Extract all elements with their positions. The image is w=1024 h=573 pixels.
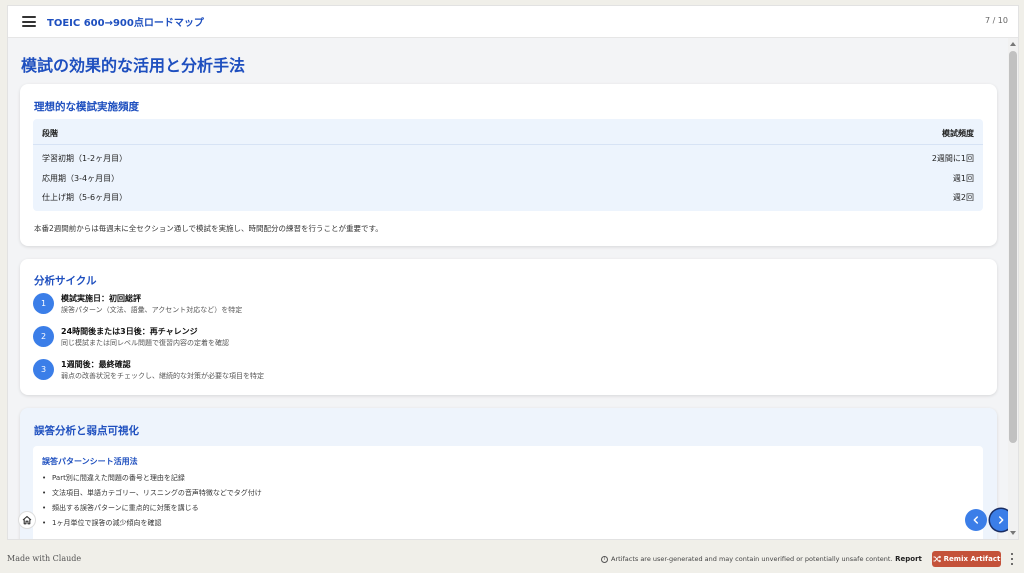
scrollbar-thumb[interactable] <box>1009 51 1017 443</box>
error-analysis-card: 誤答分析と弱点可視化 誤答パターンシート活用法 Part別に間違えた問題の番号と… <box>20 408 997 539</box>
info-icon: i <box>601 555 608 563</box>
home-icon <box>22 515 32 525</box>
made-with-label: Made with Claude <box>7 554 82 563</box>
step-description: 誤答パターン（文法、語彙、アクセント対応など）を特定 <box>61 306 243 314</box>
cycle-step: 2 24時間後または3日後：再チャレンジ 同じ模試または同レベル問題で復習内容の… <box>33 326 933 354</box>
disclaimer-text: Artifacts are user-generated and may con… <box>611 555 893 563</box>
step-description: 弱点の改善状況をチェックし、継続的な対策が必要な項目を特定 <box>61 372 264 380</box>
step-number-badge: 3 <box>33 359 54 380</box>
table-cell: 2週間に1回 <box>931 154 974 163</box>
chevron-right-icon <box>998 516 1004 524</box>
table-row: 学習初期（1-2ヶ月目） 2週間に1回 <box>33 148 983 167</box>
previous-slide-button[interactable] <box>965 509 987 531</box>
page-counter: 7 / 10 <box>984 16 1008 25</box>
table-header-row: 段階 模試頻度 <box>33 119 983 145</box>
artifact-frame: TOEIC 600→900点ロードマップ 7 / 10 模試の効果的な活用と分析… <box>7 5 1019 540</box>
step-title: 模試実施日：初回総評 <box>61 294 141 303</box>
remix-label: Remix Artifact <box>943 555 1001 563</box>
remix-artifact-button[interactable]: Remix Artifact <box>932 551 1001 567</box>
app-title: TOEIC 600→900点ロードマップ <box>47 18 204 29</box>
frequency-card-title: 理想的な模試実施頻度 <box>34 101 139 113</box>
list-item: 1ヶ月単位で誤答の減少傾向を確認 <box>42 518 161 528</box>
page-title: 模試の効果的な活用と分析手法 <box>21 56 246 75</box>
scroll-down-arrow-icon[interactable] <box>1010 531 1016 535</box>
table-cell: 応用期（3-4ヶ月目） <box>42 174 120 183</box>
analysis-cycle-title: 分析サイクル <box>34 275 97 287</box>
table-cell: 週1回 <box>952 174 974 183</box>
home-button[interactable] <box>18 511 36 529</box>
sheet-title: 誤答パターンシート活用法 <box>42 457 138 466</box>
column-header-stage: 段階 <box>42 129 58 138</box>
table-cell: 学習初期（1-2ヶ月目） <box>42 154 128 163</box>
list-item: Part別に間違えた問題の番号と理由を記録 <box>42 473 185 483</box>
frequency-card: 理想的な模試実施頻度 段階 模試頻度 学習初期（1-2ヶ月目） 2週間に1回 応… <box>20 84 997 246</box>
cycle-step: 1 模試実施日：初回総評 誤答パターン（文法、語彙、アクセント対応など）を特定 <box>33 293 933 321</box>
report-button[interactable]: Report <box>890 551 927 567</box>
list-item: 頻出する誤答パターンに重点的に対策を講じる <box>42 503 199 513</box>
disclaimer: i Artifacts are user-generated and may c… <box>601 555 892 563</box>
top-bar: TOEIC 600→900点ロードマップ 7 / 10 <box>8 6 1018 38</box>
step-number-badge: 1 <box>33 293 54 314</box>
table-cell: 仕上げ期（5-6ヶ月目） <box>42 193 128 202</box>
step-title: 24時間後または3日後：再チャレンジ <box>61 327 198 336</box>
analysis-cycle-card: 分析サイクル 1 模試実施日：初回総評 誤答パターン（文法、語彙、アクセント対応… <box>20 259 997 395</box>
scroll-up-arrow-icon[interactable] <box>1010 42 1016 46</box>
table-cell: 週2回 <box>952 193 974 202</box>
chevron-left-icon <box>973 516 979 524</box>
shuffle-icon <box>933 555 941 563</box>
table-row: 仕上げ期（5-6ヶ月目） 週2回 <box>33 187 983 206</box>
list-item: 文法項目、単語カテゴリー、リスニングの音声特徴などでタグ付け <box>42 488 262 498</box>
footer-bar: Made with Claude i Artifacts are user-ge… <box>0 545 1024 573</box>
step-number-badge: 2 <box>33 326 54 347</box>
cycle-step: 3 1週間後：最終確認 弱点の改善状況をチェックし、継続的な対策が必要な項目を特… <box>33 359 933 387</box>
hamburger-menu-icon[interactable] <box>22 16 36 27</box>
more-options-icon[interactable] <box>1008 553 1016 565</box>
column-header-frequency: 模試頻度 <box>942 129 974 138</box>
next-slide-button[interactable] <box>990 509 1010 531</box>
error-analysis-title: 誤答分析と弱点可視化 <box>34 425 139 437</box>
error-pattern-sheet-box: 誤答パターンシート活用法 Part別に間違えた問題の番号と理由を記録 文法項目、… <box>33 446 983 539</box>
step-description: 同じ模試または同レベル問題で復習内容の定着を確認 <box>61 339 229 347</box>
table-row: 応用期（3-4ヶ月目） 週1回 <box>33 168 983 187</box>
frequency-note: 本番2週間前からは毎週末に全セクション通しで模試を実施し、時間配分の練習を行うこ… <box>34 224 383 233</box>
frequency-table: 段階 模試頻度 学習初期（1-2ヶ月目） 2週間に1回 応用期（3-4ヶ月目） … <box>33 119 983 211</box>
slide-content: 模試の効果的な活用と分析手法 理想的な模試実施頻度 段階 模試頻度 学習初期（1… <box>8 38 1010 539</box>
step-title: 1週間後：最終確認 <box>61 360 131 369</box>
